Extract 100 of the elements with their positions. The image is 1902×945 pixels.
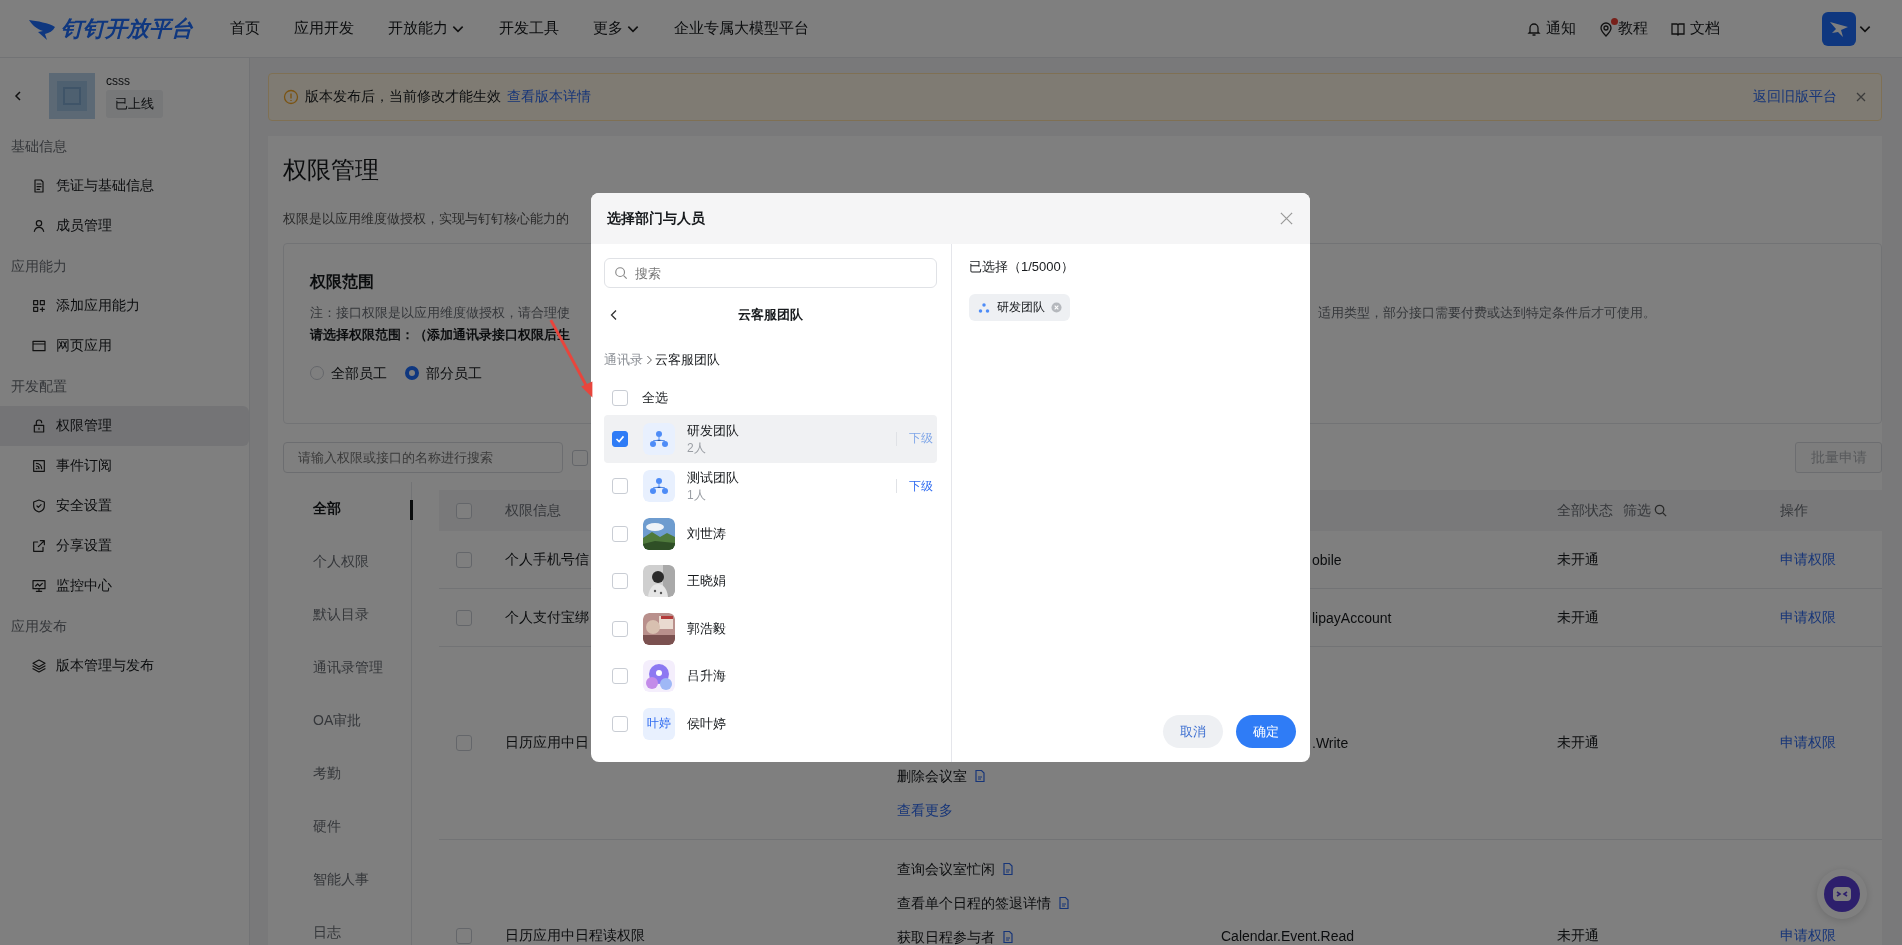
window-icon xyxy=(31,338,47,354)
category-tab[interactable]: 全部 xyxy=(313,482,411,535)
member-row[interactable]: 王晓娟 xyxy=(604,557,937,605)
status-text: 未开通 xyxy=(1557,550,1599,569)
old-platform-link[interactable]: 返回旧版平台 xyxy=(1753,88,1837,106)
member-name: 王晓娟 xyxy=(687,572,726,591)
apply-link[interactable]: 申请权限 xyxy=(1780,608,1836,627)
document-icon[interactable] xyxy=(1001,930,1015,944)
checkbox[interactable] xyxy=(572,449,588,466)
nav-link[interactable]: 教程 xyxy=(1598,19,1648,38)
status-text: 未开通 xyxy=(1557,608,1599,627)
scope-note: 适用类型，部分接口需要付费或达到特定条件后才可使用。 xyxy=(1318,304,1656,322)
category-tab[interactable]: 智能人事 xyxy=(313,853,411,906)
remove-icon[interactable] xyxy=(1051,302,1062,313)
version-details-link[interactable]: 查看版本详情 xyxy=(507,88,591,106)
back-icon xyxy=(12,90,24,102)
lock-icon xyxy=(31,418,47,434)
document-icon[interactable] xyxy=(1057,896,1071,910)
nav-link[interactable]: 首页 xyxy=(230,19,260,38)
radio-option[interactable]: 全部员工 xyxy=(310,362,387,384)
search-field[interactable]: 搜索 xyxy=(604,258,937,288)
sidebar-item[interactable]: 版本管理与发布 xyxy=(0,646,249,686)
sidebar-item[interactable]: 成员管理 xyxy=(0,206,249,246)
sidebar-item[interactable]: 权限管理 xyxy=(0,406,249,446)
sidebar-item[interactable]: 事件订阅 xyxy=(0,446,249,486)
sidebar-section-title: 基础信息 xyxy=(10,137,68,156)
member-row[interactable]: 研发团队 2人 下级 xyxy=(604,415,937,463)
sidebar-item[interactable]: 分享设置 xyxy=(0,526,249,566)
checkbox[interactable] xyxy=(456,502,472,519)
document-icon[interactable] xyxy=(973,769,987,783)
checkbox[interactable] xyxy=(612,478,628,495)
checkbox[interactable] xyxy=(612,525,628,542)
selected-count: 已选择（1/5000） xyxy=(969,258,1075,276)
checkbox[interactable] xyxy=(456,928,472,944)
member-name: 吕升海 xyxy=(687,667,726,686)
close-icon[interactable] xyxy=(1279,211,1294,226)
apply-link[interactable]: 申请权限 xyxy=(1780,734,1836,752)
member-count: 1人 xyxy=(687,487,707,504)
checkbox[interactable] xyxy=(612,430,628,447)
member-row[interactable]: 叶婷 侯叶婷 xyxy=(604,700,937,748)
cancel-button[interactable]: 取消 xyxy=(1163,715,1223,748)
apply-link[interactable]: 申请权限 xyxy=(1780,550,1836,569)
category-tab[interactable]: 考勤 xyxy=(313,747,411,800)
category-tab[interactable]: 默认目录 xyxy=(313,588,411,641)
sidebar-item[interactable]: 添加应用能力 xyxy=(0,286,249,326)
view-more-link[interactable]: 查看更多 xyxy=(897,793,953,827)
nav-link[interactable]: 开发工具 xyxy=(499,19,559,38)
team-icon xyxy=(643,422,675,455)
select-all-checkbox[interactable]: 全选 xyxy=(604,381,937,415)
confirm-button[interactable]: 确定 xyxy=(1236,715,1296,748)
sub-level-link[interactable]: 下级 xyxy=(909,477,933,495)
sidebar-section-title: 应用能力 xyxy=(10,257,68,276)
api-name: 删除会议室 xyxy=(897,767,967,786)
checkbox[interactable] xyxy=(612,668,628,685)
checkbox[interactable] xyxy=(456,609,472,626)
nav-link[interactable]: 企业专属大模型平台 xyxy=(674,19,809,38)
team-icon xyxy=(977,300,991,315)
pin-icon xyxy=(1598,20,1614,37)
category-tab[interactable]: 日志 xyxy=(313,906,411,945)
category-tab[interactable]: 硬件 xyxy=(313,800,411,853)
checkbox[interactable] xyxy=(456,551,472,568)
category-tab[interactable]: 通讯录管理 xyxy=(313,641,411,694)
member-row[interactable]: 刘世涛 xyxy=(604,510,937,558)
api-name: 查询会议室忙闲 xyxy=(897,860,995,879)
member-name: 测试团队 xyxy=(687,469,739,488)
member-row[interactable]: 郭浩毅 xyxy=(604,605,937,653)
column-header: 操作 xyxy=(1780,501,1808,520)
sidebar-item[interactable]: 凭证与基础信息 xyxy=(0,166,249,206)
search-field[interactable]: 请输入权限或接口的名称进行搜索 xyxy=(283,442,563,473)
nav-link[interactable]: 通知 xyxy=(1526,19,1576,38)
radio-option[interactable]: 部分员工 xyxy=(405,362,482,384)
breadcrumb-link[interactable]: 云客服团队 xyxy=(655,351,720,369)
checkbox[interactable] xyxy=(612,620,628,637)
share-icon xyxy=(31,538,47,554)
filter-button[interactable]: 筛选 xyxy=(1623,501,1668,520)
nav-link[interactable]: 更多 xyxy=(593,19,640,38)
apply-link[interactable]: 申请权限 xyxy=(1780,927,1836,945)
nav-link[interactable]: 应用开发 xyxy=(294,19,354,38)
member-count: 2人 xyxy=(687,439,707,456)
breadcrumb-link[interactable]: 通讯录 xyxy=(604,351,643,369)
member-row[interactable]: 吕升海 xyxy=(604,652,937,700)
info-icon xyxy=(283,89,299,105)
sidebar-item[interactable]: 安全设置 xyxy=(0,486,249,526)
table-cell: Calendar.Event.Read xyxy=(1221,928,1355,944)
api-name: 查看单个日程的签退详情 xyxy=(897,894,1051,913)
checkbox[interactable] xyxy=(612,715,628,732)
search-icon xyxy=(614,266,628,280)
checkbox[interactable] xyxy=(456,735,472,751)
initials-avatar: 叶婷 xyxy=(643,707,675,740)
sidebar-item[interactable]: 监控中心 xyxy=(0,566,249,606)
category-tab[interactable]: OA审批 xyxy=(313,694,411,747)
nav-link[interactable]: 开放能力 xyxy=(388,19,465,38)
category-tab[interactable]: 个人权限 xyxy=(313,535,411,588)
close-icon[interactable] xyxy=(1855,91,1867,103)
sidebar-item[interactable]: 网页应用 xyxy=(0,326,249,366)
nav-link[interactable]: 文档 xyxy=(1670,19,1720,38)
document-icon[interactable] xyxy=(1001,862,1015,876)
account-button[interactable] xyxy=(1822,11,1872,46)
checkbox[interactable] xyxy=(612,573,628,590)
member-row[interactable]: 测试团队 1人 下级 xyxy=(604,462,937,510)
